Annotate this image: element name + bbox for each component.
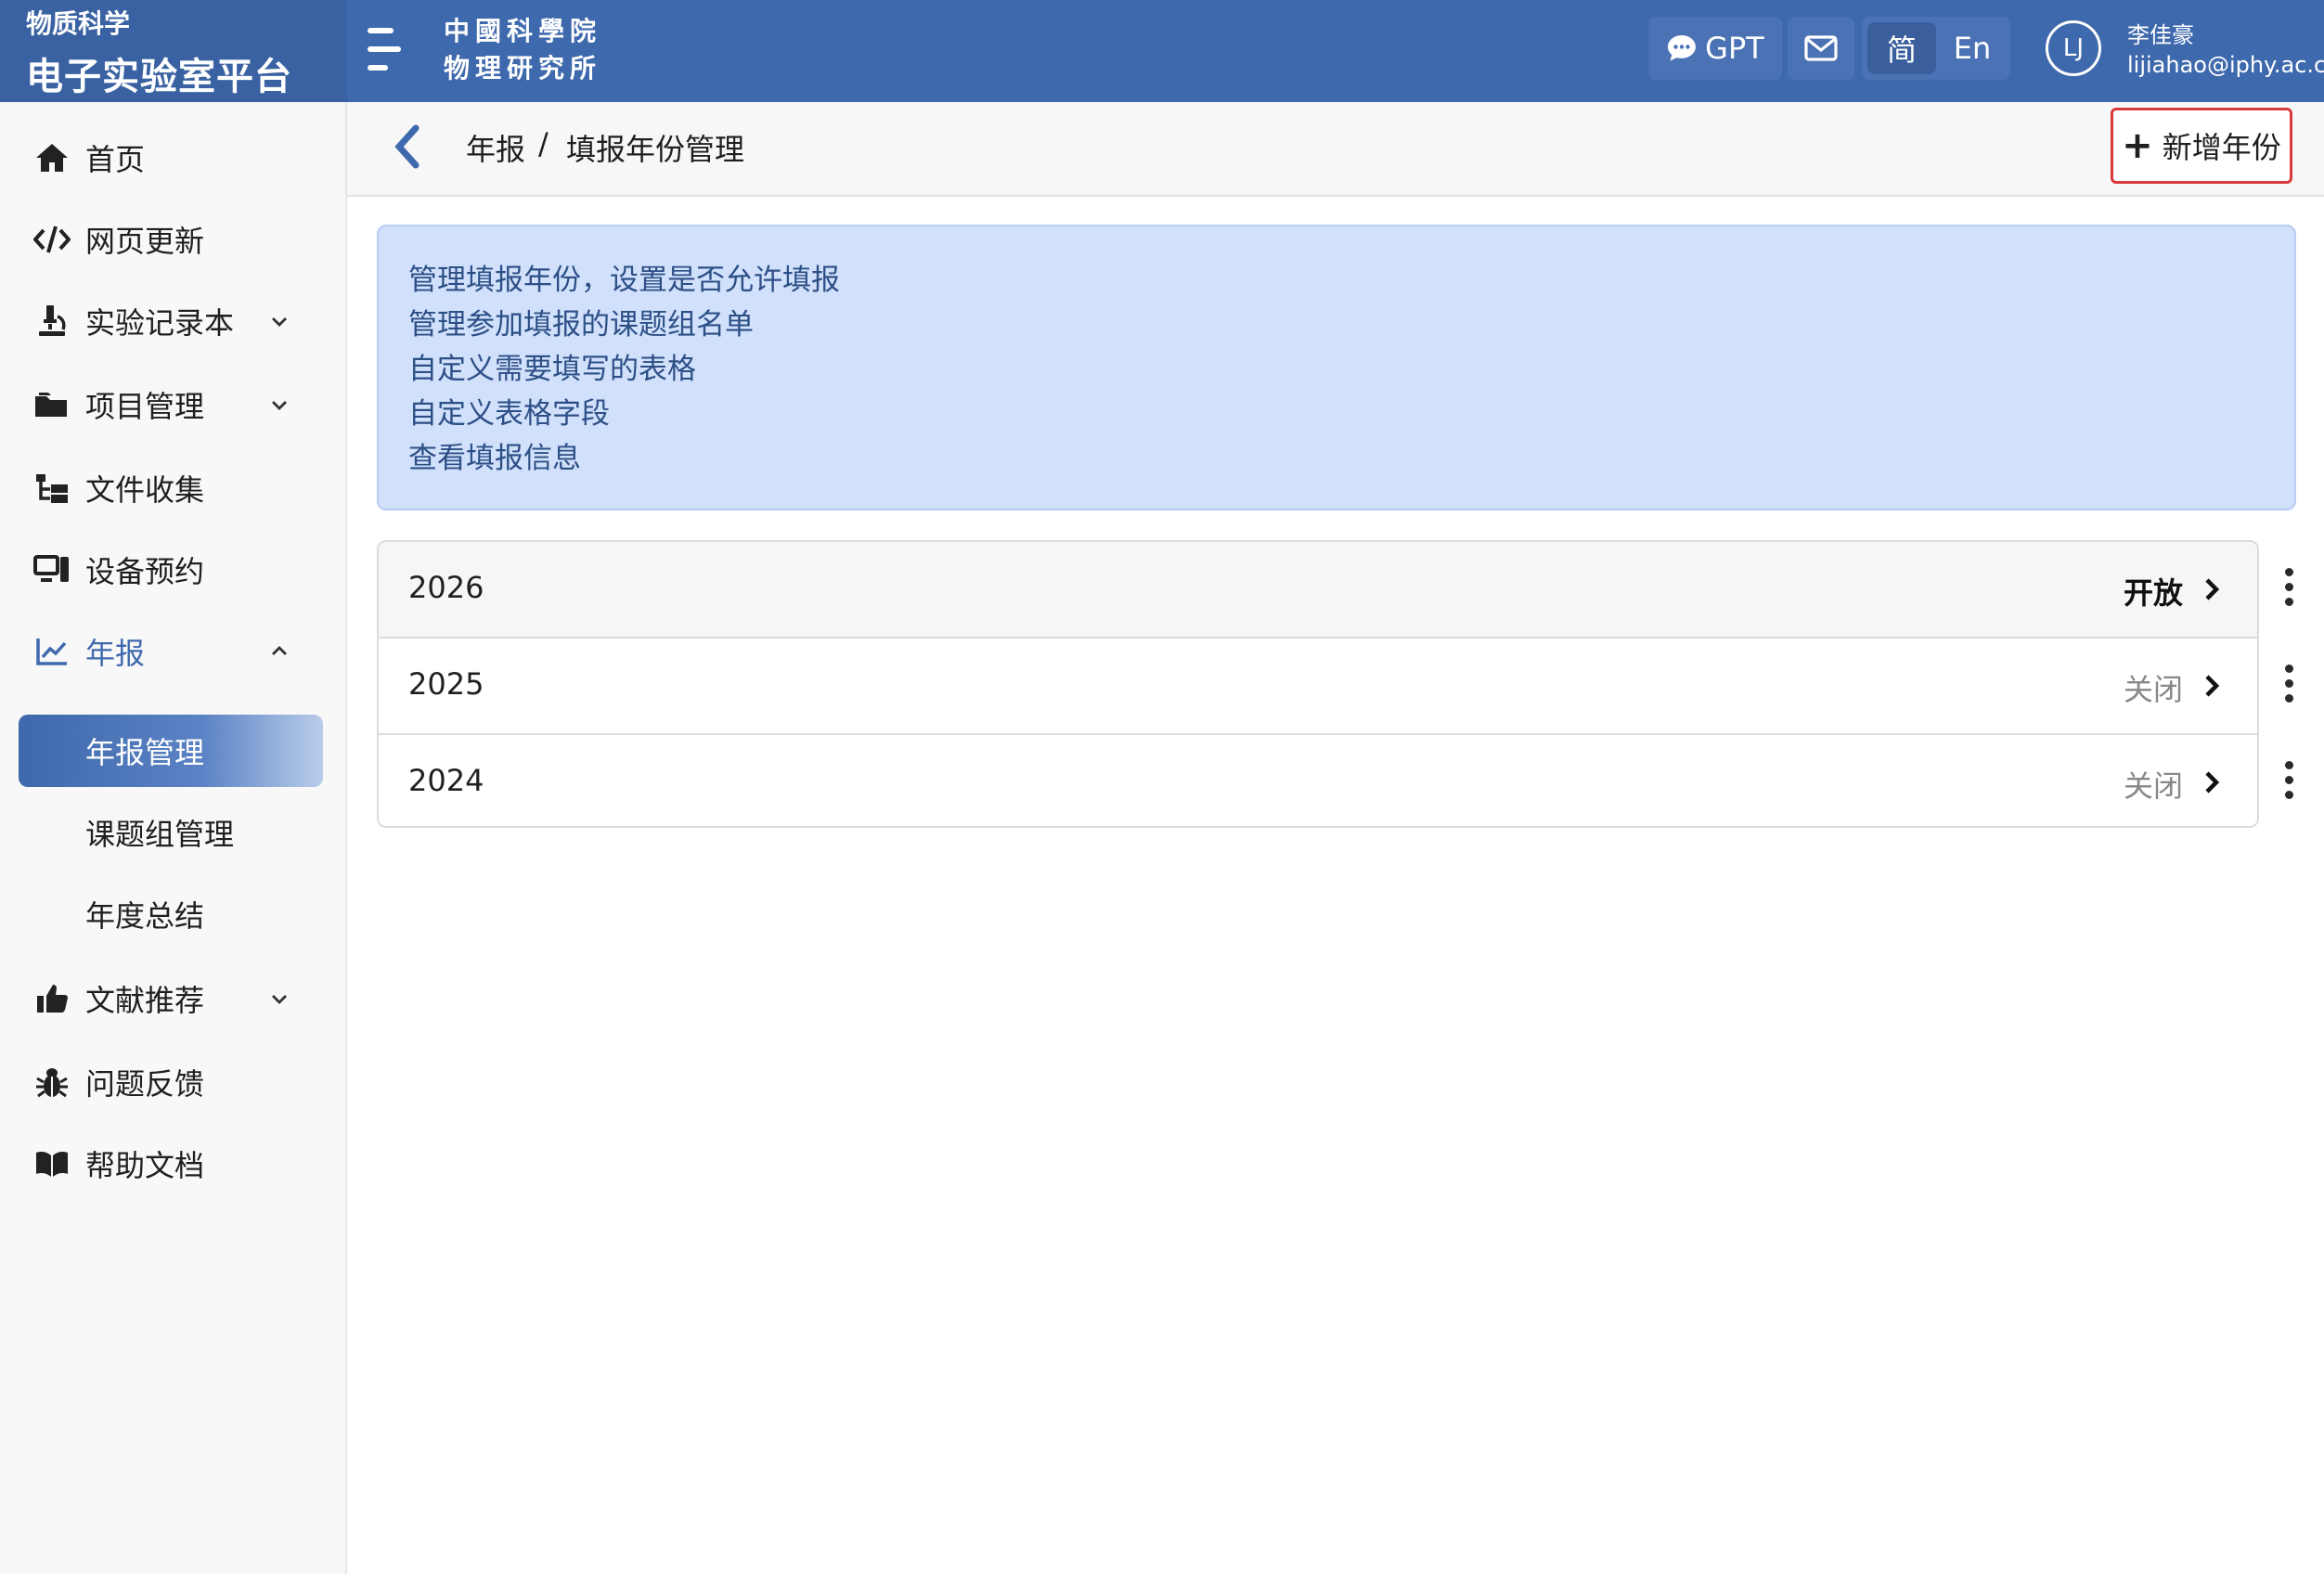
sidebar-item-label: 首页: [85, 142, 146, 177]
chart-line-icon: [33, 633, 71, 670]
sidebar-item-label: 项目管理: [85, 389, 205, 424]
sidebar-subitem-report-management[interactable]: 年报管理: [19, 715, 323, 787]
status-badge: 关闭: [2123, 768, 2183, 804]
sidebar-subitem-label: 课题组管理: [85, 817, 235, 852]
sidebar-subitem-label: 年度总结: [85, 898, 205, 934]
sidebar-item-label: 实验记录本: [85, 305, 235, 341]
back-button[interactable]: [390, 123, 427, 171]
year-row-2026[interactable]: 2026 开放: [379, 542, 2257, 639]
chevron-down-icon: [272, 401, 287, 410]
lang-en-button[interactable]: En: [1938, 22, 2007, 74]
sidebar-subitem-group-management[interactable]: 课题组管理: [19, 796, 323, 869]
menu-toggle-icon[interactable]: [364, 24, 408, 76]
sidebar-item-label: 文件收集: [85, 472, 205, 508]
user-email: lijiahao@iphy.ac.cn: [2127, 52, 2324, 78]
lang-zh-button[interactable]: 简: [1867, 22, 1936, 74]
sidebar-item-literature[interactable]: 文献推荐: [0, 969, 345, 1028]
brand-subtitle: 物质科学: [26, 8, 131, 39]
chevron-down-icon: [272, 317, 287, 327]
chevron-left-icon: [394, 124, 420, 169]
add-year-label: 新增年份: [2162, 130, 2281, 165]
sidebar-item-label: 问题反馈: [85, 1066, 205, 1102]
computer-icon: [33, 551, 71, 588]
sidebar-item-file-collection[interactable]: 文件收集: [0, 458, 345, 518]
sidebar-item-home[interactable]: 首页: [0, 128, 345, 187]
info-line: 管理填报年份，设置是否允许填报: [408, 264, 840, 297]
sidebar-item-label: 网页更新: [85, 224, 205, 259]
brand-title: 电子实验室平台: [26, 56, 292, 98]
chevron-up-icon: [272, 646, 287, 655]
sidebar-subitem-label: 年报管理: [85, 735, 205, 770]
breadcrumb-root[interactable]: 年报: [466, 126, 525, 169]
book-icon: [33, 1145, 71, 1182]
sidebar-item-lab-notebook[interactable]: 实验记录本: [0, 291, 345, 351]
chevron-right-icon: [2205, 771, 2220, 793]
chat-bubble-icon: [1668, 35, 1697, 61]
info-line: 自定义表格字段: [408, 397, 610, 431]
sidebar-subitem-annual-summary[interactable]: 年度总结: [19, 878, 323, 950]
chevron-right-icon: [2205, 675, 2220, 697]
bug-icon: [33, 1064, 71, 1101]
language-switch: 简 En: [1862, 17, 2010, 80]
sidebar-item-web-update[interactable]: 网页更新: [0, 210, 345, 269]
logo-line-1: 中國科學院: [444, 16, 602, 46]
logo-line-2: 物理研究所: [444, 53, 602, 84]
year-label: 2024: [408, 763, 484, 798]
info-panel: 管理填报年份，设置是否允许填报 管理参加填报的课题组名单 自定义需要填写的表格 …: [377, 225, 2296, 510]
year-row-2025[interactable]: 2025 关闭: [379, 639, 2257, 735]
year-list: 2026 开放 2025 关闭 2024 关闭: [377, 540, 2259, 828]
mail-button[interactable]: [1788, 17, 1854, 80]
add-year-button[interactable]: + 新增年份: [2111, 108, 2292, 184]
info-line: 查看填报信息: [408, 442, 581, 475]
sidebar-item-label: 文献推荐: [85, 983, 205, 1018]
status-badge: 开放: [2123, 575, 2183, 611]
chevron-right-icon: [2205, 578, 2220, 600]
sidebar-item-label: 帮助文档: [85, 1148, 205, 1183]
sidebar-item-feedback[interactable]: 问题反馈: [0, 1052, 345, 1112]
avatar[interactable]: LJ: [2046, 20, 2101, 76]
sidebar-item-help[interactable]: 帮助文档: [0, 1134, 345, 1193]
more-options-icon[interactable]: [2278, 657, 2300, 713]
more-options-icon[interactable]: [2278, 561, 2300, 616]
envelope-icon: [1804, 35, 1838, 61]
gpt-label: GPT: [1705, 31, 1764, 66]
chevron-down-icon: [272, 995, 287, 1004]
thumbs-up-icon: [33, 980, 71, 1017]
page-title: 填报年份管理: [566, 132, 745, 167]
sidebar-item-device-booking[interactable]: 设备预约: [0, 540, 345, 600]
microscope-icon: [33, 303, 71, 340]
sidebar-item-annual-report[interactable]: 年报: [0, 622, 345, 681]
year-row-2024[interactable]: 2024 关闭: [379, 735, 2257, 826]
tree-icon: [33, 470, 71, 507]
sidebar-item-label: 设备预约: [85, 554, 205, 589]
sidebar-item-label: 年报: [85, 636, 146, 671]
info-line: 管理参加填报的课题组名单: [408, 308, 754, 342]
year-label: 2025: [408, 666, 484, 702]
institute-logo: 中國科學院 物理研究所: [444, 13, 601, 87]
brand[interactable]: 物质科学 电子实验室平台: [0, 0, 347, 102]
sidebar: 首页 网页更新 实验记录本 项目管理 文件收集 设备预约 年报 年报管理 课题组…: [0, 102, 347, 1574]
top-header: 物质科学 电子实验室平台 中國科學院 物理研究所 GPT 简 En LJ 李佳豪…: [0, 0, 2324, 102]
home-icon: [33, 139, 71, 176]
breadcrumb-separator: /: [538, 126, 549, 161]
more-options-icon[interactable]: [2278, 754, 2300, 809]
plus-icon: +: [2122, 124, 2153, 167]
code-icon: [33, 221, 71, 258]
status-badge: 关闭: [2123, 672, 2183, 707]
user-name: 李佳豪: [2127, 22, 2194, 48]
year-label: 2026: [408, 570, 484, 605]
sidebar-item-projects[interactable]: 项目管理: [0, 375, 345, 434]
info-line: 自定义需要填写的表格: [408, 353, 696, 386]
gpt-button[interactable]: GPT: [1648, 17, 1782, 80]
folder-icon: [33, 386, 71, 423]
